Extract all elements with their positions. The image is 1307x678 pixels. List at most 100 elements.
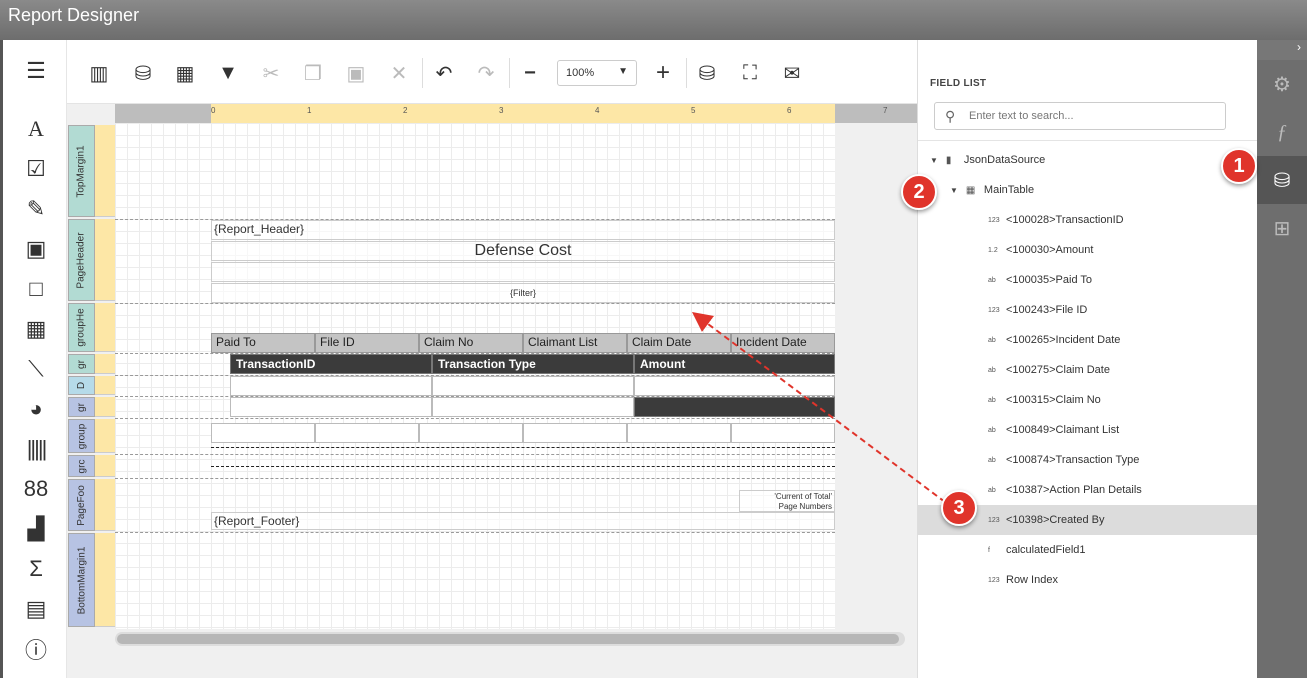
detail-cell[interactable] [432, 376, 634, 396]
properties-tab-gear-icon[interactable]: ⚙ [1257, 60, 1307, 108]
page-numbers-field[interactable]: 'Current of Total' Page Numbers [739, 490, 835, 512]
menu-icon[interactable]: ☰ [21, 56, 51, 86]
band-detail[interactable]: D [68, 376, 95, 395]
field-name: <100315>Claim No [1006, 394, 1101, 406]
dashed-line[interactable] [211, 447, 835, 448]
band-groupfooter-2[interactable]: group [68, 419, 95, 453]
field-item[interactable]: 123 <100028>TransactionID [918, 205, 1258, 235]
rich-text-icon[interactable]: ✎ [21, 194, 51, 224]
band-groupfooter[interactable]: gr [68, 397, 95, 417]
tree-node-table[interactable]: ▼ ▦ MainTable [918, 175, 1258, 205]
line-icon[interactable]: ⟍ [21, 354, 51, 384]
barcode-icon[interactable]: ||||| [21, 434, 51, 464]
band-pageheader[interactable]: PageHeader [68, 219, 95, 301]
report-explorer-tab-hierarchy-icon[interactable]: ⊞ [1257, 204, 1307, 252]
redo-icon[interactable]: ↷ [471, 58, 501, 88]
chart-icon[interactable]: ▟ [21, 514, 51, 544]
gauge-icon[interactable]: 88 [21, 474, 51, 504]
calendar-icon[interactable]: ▦ [170, 58, 200, 88]
report-footer-field[interactable]: {Report_Footer} [211, 512, 835, 530]
band-group[interactable]: gr [68, 354, 95, 374]
field-item[interactable]: ab <100035>Paid To [918, 265, 1258, 295]
group-col-claim-no[interactable]: Claim No [419, 333, 523, 353]
field-type-icon: ab [988, 366, 996, 374]
report-header-field[interactable]: {Report_Header} [211, 220, 835, 240]
band-topmargin[interactable]: TopMargin1 [68, 125, 95, 217]
label-icon[interactable]: A [21, 114, 51, 144]
collapse-panel-icon[interactable]: › [1257, 40, 1307, 60]
detail-col-transactionid[interactable]: TransactionID [230, 354, 432, 374]
group-col-incident-date[interactable]: Incident Date [731, 333, 835, 353]
field-search-input[interactable]: ⚲ Enter text to search... [934, 102, 1226, 130]
horizontal-ruler: 0 1 2 3 4 5 6 7 [115, 104, 917, 123]
group-footer-cell[interactable] [627, 423, 731, 443]
delete-icon[interactable]: ✕ [384, 58, 414, 88]
scripts-icon[interactable]: ✉ [777, 58, 807, 88]
group-footer-cell[interactable] [731, 423, 835, 443]
report-title[interactable]: Defense Cost [211, 241, 835, 261]
field-item[interactable]: 123 <100243>File ID [918, 295, 1258, 325]
field-item[interactable]: ab <100874>Transaction Type [918, 445, 1258, 475]
footer-cell[interactable] [230, 397, 432, 417]
detail-col-transaction-type[interactable]: Transaction Type [432, 354, 634, 374]
field-item[interactable]: 1.2 <100030>Amount [918, 235, 1258, 265]
field-item[interactable]: ab <100315>Claim No [918, 385, 1258, 415]
field-item[interactable]: ab <100265>Incident Date [918, 325, 1258, 355]
fullscreen-icon[interactable]: ⛶ [735, 58, 765, 88]
field-item[interactable]: 123 Row Index [918, 565, 1258, 595]
toc-icon[interactable]: ⓘ [21, 634, 51, 664]
group-footer-cell[interactable] [315, 423, 419, 443]
title-bar: Report Designer [0, 0, 1307, 40]
group-footer-cell[interactable] [523, 423, 627, 443]
group-col-claim-date[interactable]: Claim Date [627, 333, 731, 353]
zoom-out-icon[interactable]: − [515, 58, 545, 88]
footer-cell[interactable] [432, 397, 634, 417]
copy-icon[interactable]: ❐ [298, 58, 328, 88]
group-col-file-id[interactable]: File ID [315, 333, 419, 353]
band-pagefooter[interactable]: PageFoo [68, 479, 95, 531]
group-col-paid-to[interactable]: Paid To [211, 333, 315, 353]
horizontal-scrollbar[interactable] [115, 632, 905, 646]
design-surface[interactable]: 0 1 2 3 4 5 6 7 TopMargin1 PageHeader gr… [67, 104, 917, 678]
expressions-tab-function-icon[interactable]: ƒ [1257, 108, 1307, 156]
filter-field[interactable]: {Filter} [211, 283, 835, 303]
tree-node-datasource[interactable]: ▼ ▮ JsonDataSource [918, 145, 1258, 175]
paste-icon[interactable]: ▣ [341, 58, 371, 88]
checkbox-icon[interactable]: ☑ [21, 154, 51, 184]
detail-cell[interactable] [230, 376, 432, 396]
panel-icon[interactable]: □ [21, 274, 51, 304]
report-icon[interactable]: ▥ [84, 58, 114, 88]
field-item[interactable]: ab <100275>Claim Date [918, 355, 1258, 385]
detail-col-amount[interactable]: Amount [634, 354, 835, 374]
add-datasource-icon[interactable]: ⛁ [128, 58, 158, 88]
ruler-tick: 2 [403, 106, 408, 115]
band-bottommargin[interactable]: BottomMargin1 [68, 533, 95, 627]
band-groupheader[interactable]: groupHe [68, 303, 95, 352]
footer-cell-dark[interactable] [634, 397, 835, 417]
group-footer-cell[interactable] [419, 423, 523, 443]
subreport-icon[interactable]: ▤ [21, 594, 51, 624]
cut-icon[interactable]: ✂ [256, 58, 286, 88]
picture-icon[interactable]: ▣ [21, 234, 51, 264]
detail-cell[interactable] [634, 376, 835, 396]
toolbox: ☰ A ☑ ✎ ▣ □ ▦ ⟍ ◕ ||||| 88 ▟ Σ ▤ ⓘ [0, 40, 67, 678]
group-footer-cell[interactable] [211, 423, 315, 443]
field-item[interactable]: ab <100849>Claimant List [918, 415, 1258, 445]
ruler-tick: 1 [307, 106, 312, 115]
band-groupfooter-3[interactable]: grc [68, 455, 95, 477]
group-col-claimant-list[interactable]: Claimant List [523, 333, 627, 353]
zoom-select[interactable]: 100% ▼ [557, 60, 637, 86]
undo-icon[interactable]: ↶ [429, 58, 459, 88]
report-page[interactable]: {Report_Header} Defense Cost {Filter} Pa… [115, 123, 835, 629]
dashed-line[interactable] [211, 466, 835, 467]
filter-icon[interactable]: ▼ [213, 58, 243, 88]
callout-badge-1: 1 [1221, 148, 1257, 184]
field-item[interactable]: f calculatedField1 [918, 535, 1258, 565]
shape-icon[interactable]: ◕ [21, 394, 51, 424]
zoom-in-icon[interactable]: + [648, 58, 678, 88]
validate-icon[interactable]: ⛁ [692, 58, 722, 88]
sum-icon[interactable]: Σ [21, 554, 51, 584]
field-type-icon: ab [988, 456, 996, 464]
field-list-tab-database-icon[interactable]: ⛁ [1257, 156, 1307, 204]
table-icon[interactable]: ▦ [21, 314, 51, 344]
